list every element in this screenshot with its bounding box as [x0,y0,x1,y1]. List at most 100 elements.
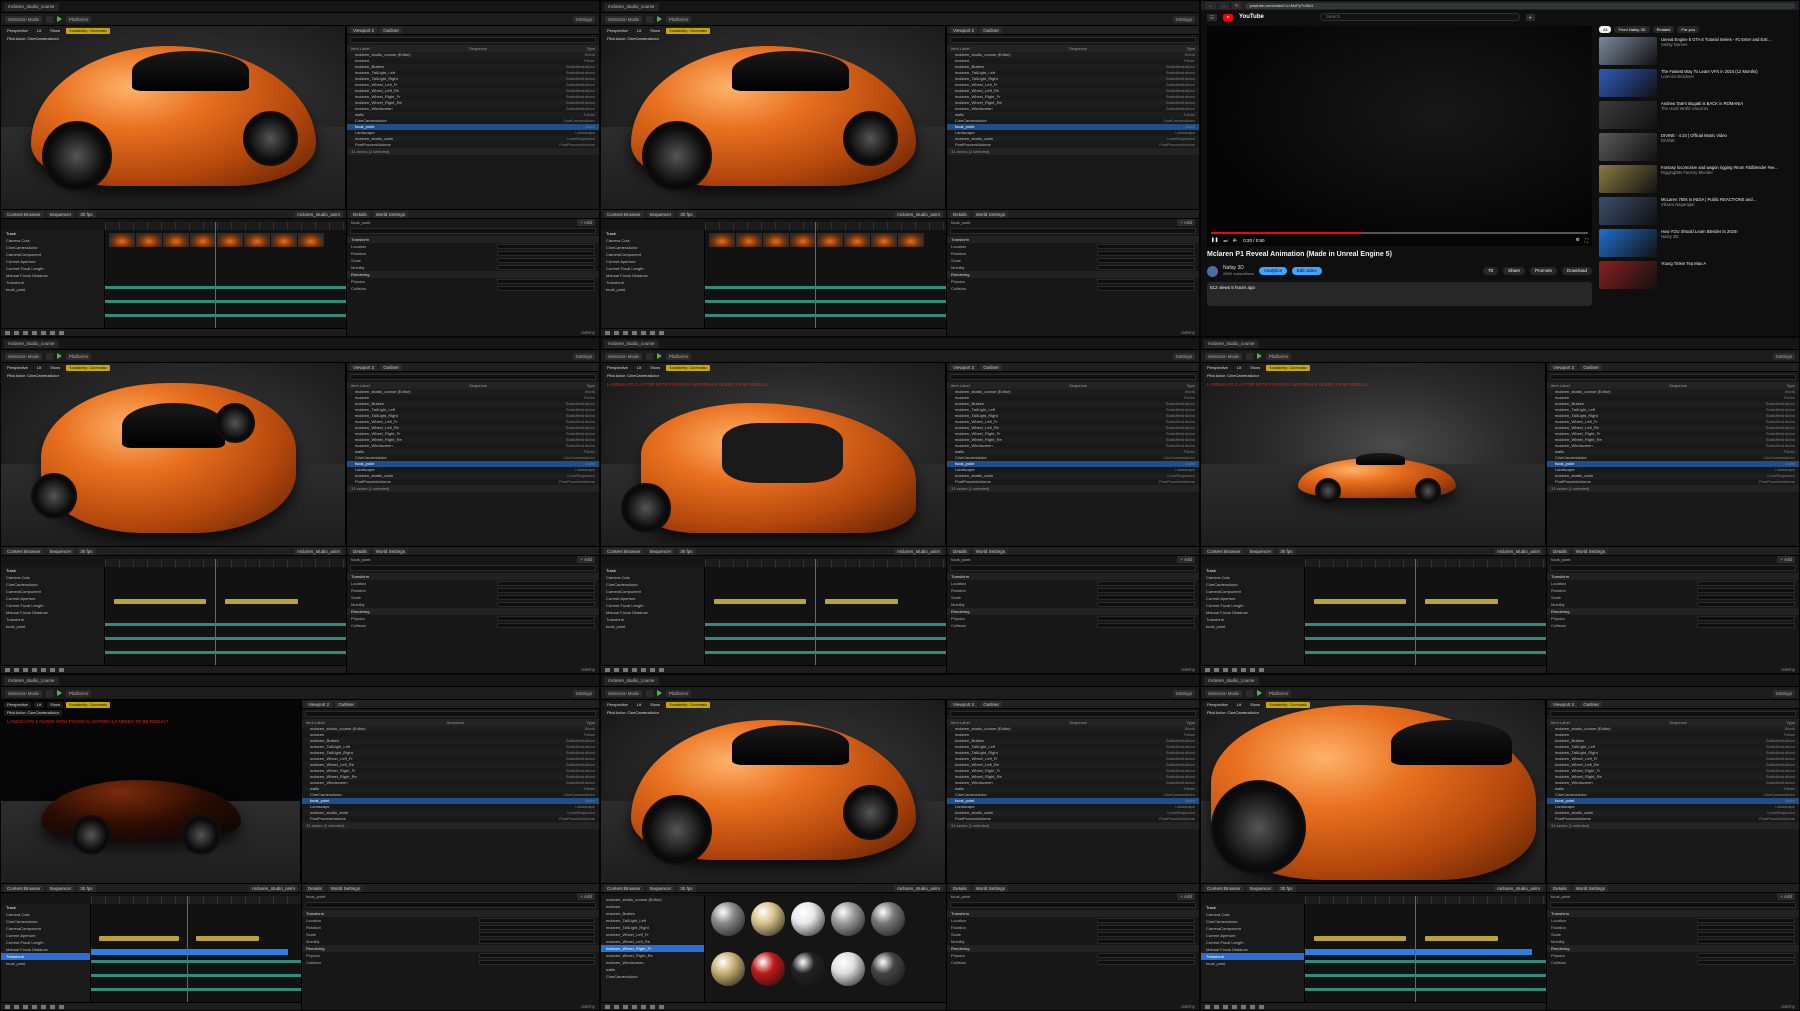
outliner-search-input[interactable] [950,711,1196,717]
keyframe-section[interactable] [1425,599,1498,604]
add-content-icon[interactable] [46,689,54,697]
level-tab[interactable]: mclaren_studio_course [4,339,59,348]
sequencer-track[interactable]: CameraComponent [1201,588,1304,595]
camera-cut-thumbnail[interactable] [762,233,789,247]
play-reverse-icon[interactable] [623,1004,628,1009]
property-value-field[interactable] [479,918,595,923]
recommended-video-thumbnail[interactable] [1599,133,1657,161]
property-value-field[interactable] [1097,939,1195,944]
fps-dropdown[interactable]: 30 fps [1277,884,1296,892]
sequencer-track[interactable]: Camera Cuts [1201,574,1304,581]
playhead-marker[interactable] [1414,896,1416,1002]
property-value-field[interactable] [1097,932,1195,937]
property-value-field[interactable] [1097,286,1195,291]
to-end-icon[interactable] [50,330,55,335]
property-value-field[interactable] [1097,588,1195,593]
add-content-icon[interactable] [1246,352,1254,360]
lit-button[interactable]: Lit [633,27,645,34]
sequencer-track[interactable]: CineCameraActor [1,581,104,588]
folder-tree-item[interactable]: mclaren_Brakes [601,910,704,917]
loop-icon[interactable] [1259,667,1264,672]
property-value-field[interactable] [479,925,595,930]
lit-button[interactable]: Lit [1233,364,1245,371]
world-settings-tab[interactable]: World Settings [372,210,408,218]
prev-key-icon[interactable] [614,1004,619,1009]
property-value-field[interactable] [497,258,595,263]
settings-button[interactable]: Settings [1172,15,1195,23]
details-category[interactable]: Transform [1547,573,1799,580]
property-value-field[interactable] [1697,581,1795,586]
sequencer-track[interactable]: focal_point [1201,960,1304,967]
add-component-button[interactable]: + Add [1177,556,1195,563]
loop-icon[interactable] [1259,1004,1264,1009]
sequence-column[interactable]: Sequence [1069,382,1087,389]
folder-tree-item[interactable]: mclaren_Wheel_Right_Re [601,952,704,959]
keyframe-section[interactable] [99,936,180,941]
property-value-field[interactable] [1097,258,1195,263]
track-section[interactable] [704,651,946,654]
keyframe-section[interactable] [196,936,259,941]
loop-icon[interactable] [659,330,664,335]
fullscreen-icon[interactable]: ⛶ [1585,238,1588,243]
loop-icon[interactable] [659,1004,664,1009]
outliner-search-input[interactable] [950,37,1196,43]
folder-tree-item[interactable]: mclaren_Wheel_Right_Fr [601,945,704,952]
platforms-button[interactable]: Platforms [66,352,92,360]
selection-mode-button[interactable]: Selection Mode [5,352,43,360]
sequencer-track[interactable]: CameraComponent [1,588,104,595]
forward-icon[interactable]: → [1218,2,1229,9]
pause-icon[interactable]: ❚❚ [1211,237,1219,243]
sequencer-timeline[interactable] [1304,567,1546,668]
sequencer-track[interactable]: Camera Cuts [1,911,90,918]
play-reverse-icon[interactable] [1223,667,1228,672]
perspective-button[interactable]: Perspective [604,701,631,708]
track-section[interactable] [1304,651,1546,654]
property-value-field[interactable] [479,960,595,965]
camera-cut-thumbnail[interactable] [270,233,297,247]
sequence-column[interactable]: Sequence [469,382,487,389]
recommended-video[interactable]: How YOU Should Learn Blender In 2024! Naf… [1599,229,1795,259]
settings-button[interactable]: Settings [572,352,595,360]
sequencer-track[interactable]: Manual Focus Distance [601,609,704,616]
video-progress-bar[interactable] [1211,232,1588,234]
level-viewport[interactable]: Perspective Lit Show Scalability: Cinematic… [1,363,346,546]
add-content-icon[interactable] [1246,689,1254,697]
viewport2-tab[interactable]: Viewport 2 [1550,700,1578,708]
sequencer-track[interactable]: focal_point [1201,623,1304,630]
fps-dropdown[interactable]: 30 fps [77,884,96,892]
add-component-button[interactable]: + Add [1777,556,1795,563]
property-value-field[interactable] [497,588,595,593]
outliner-search-input[interactable] [350,37,596,43]
play-icon[interactable] [632,330,637,335]
outliner-tab[interactable]: Outliner [335,700,357,708]
content-browser-tab[interactable]: Content Browser [604,884,644,892]
play-icon[interactable] [32,1004,37,1009]
to-end-icon[interactable] [650,667,655,672]
camera-cut-thumbnail[interactable] [870,233,897,247]
play-icon[interactable] [1232,1004,1237,1009]
keyframe-section[interactable] [1314,599,1406,604]
track-section[interactable] [704,623,946,626]
keyframe-section[interactable] [714,599,806,604]
show-button[interactable]: Show [647,27,664,34]
sequencer-track[interactable]: Manual Focus Distance [1,609,104,616]
details-category[interactable]: Rendering [302,945,599,952]
play-icon[interactable] [657,16,663,22]
sequencer-time-ruler[interactable] [704,559,946,567]
video-player[interactable]: ❚❚ ⏭ 🔈 0:20 / 0:50 ⚙ ⛶ [1207,26,1592,246]
sequencer-tab[interactable]: Sequencer [646,884,675,892]
next-key-icon[interactable] [41,667,46,672]
material-thumbnail[interactable] [710,952,745,986]
recommended-video[interactable]: The Fastest Way To Learn VFX in 2024 (12… [1599,69,1795,99]
outliner-tab[interactable]: Outliner [980,363,1002,371]
property-value-field[interactable] [1097,616,1195,621]
details-category[interactable]: Transform [947,573,1199,580]
sequencer-track[interactable]: Transform [1201,953,1304,960]
item-label-column[interactable]: Item Label [951,45,970,52]
settings-button[interactable]: Settings [1772,352,1795,360]
recommended-video[interactable]: Young Tinker Tea Mao A [1599,261,1795,291]
camera-cut-thumbnail[interactable] [108,233,135,247]
level-viewport[interactable]: Perspective Lit Show Scalability: Cinematic… [1201,700,1546,883]
lit-button[interactable]: Lit [633,701,645,708]
level-viewport[interactable]: Perspective Lit Show Scalability: Cinematic… [601,700,946,883]
